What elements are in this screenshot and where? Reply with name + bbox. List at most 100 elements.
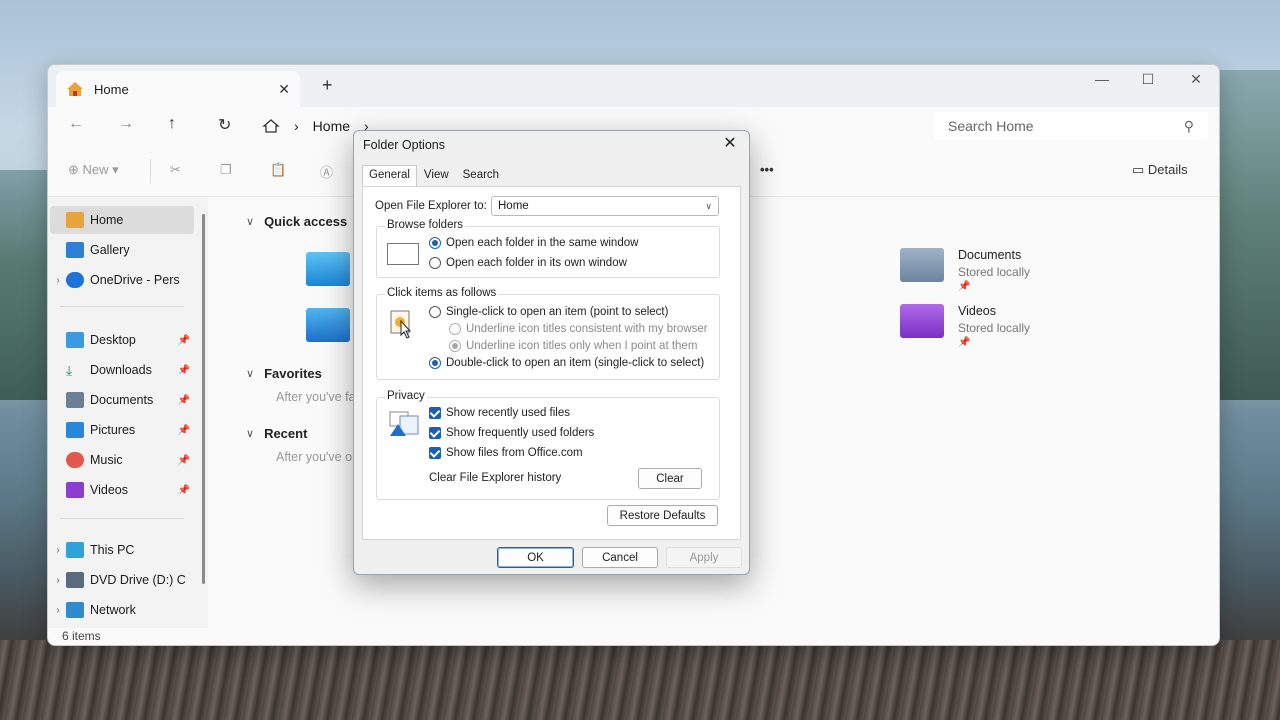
group-label: Click items as follows — [385, 287, 499, 299]
tab-search[interactable]: Search — [456, 165, 506, 187]
search-icon: ⚲ — [1183, 117, 1194, 134]
chevron-right-icon[interactable]: › — [50, 575, 66, 586]
pin-icon: 📌 — [177, 454, 190, 466]
radio-same-window[interactable]: Open each folder in the same window — [429, 237, 638, 249]
back-icon[interactable]: ← — [68, 115, 84, 133]
home-icon — [67, 82, 83, 96]
radio-button[interactable] — [429, 257, 441, 269]
checkbox-office-files[interactable]: Show files from Office.com — [429, 447, 583, 459]
sidebar-item-downloads[interactable]: ⤓ Downloads 📌 — [50, 356, 194, 384]
minimize-icon[interactable]: — — [1082, 71, 1122, 87]
checkbox-frequent-folders[interactable]: Show frequently used folders — [429, 427, 594, 439]
paste-icon[interactable]: 📋 — [270, 162, 286, 178]
sidebar-item-gallery[interactable]: Gallery — [50, 236, 194, 264]
sidebar-item-onedrive[interactable]: › OneDrive - Pers — [50, 266, 194, 294]
tab-home[interactable]: Home ✕ — [56, 71, 300, 107]
tab-view[interactable]: View — [417, 165, 456, 187]
recent-note: After you've o — [276, 450, 353, 464]
chevron-right-icon[interactable]: › — [50, 545, 66, 556]
radio-double-click[interactable]: Double-click to open an item (single-cli… — [429, 357, 704, 369]
sidebar-item-this-pc[interactable]: › This PC — [50, 536, 194, 564]
sidebar-item-documents[interactable]: Documents 📌 — [50, 386, 194, 414]
tile-videos[interactable]: Videos Stored locally 📌 — [900, 304, 1030, 348]
radio-single-click[interactable]: Single-click to open an item (point to s… — [429, 306, 668, 318]
wallpaper-dock — [0, 640, 1280, 720]
apply-button[interactable]: Apply — [666, 547, 742, 568]
sidebar-item-desktop[interactable]: Desktop 📌 — [50, 326, 194, 354]
restore-defaults-button[interactable]: Restore Defaults — [607, 505, 718, 526]
section-quick-access[interactable]: ∨ Quick access — [246, 214, 347, 229]
clear-history-button[interactable]: Clear — [638, 468, 702, 489]
browse-folders-group: Browse folders Open each folder in the s… — [376, 219, 720, 278]
radio-button[interactable] — [449, 340, 461, 352]
refresh-icon[interactable]: ↻ — [218, 115, 231, 135]
radio-underline-point[interactable]: Underline icon titles only when I point … — [449, 340, 697, 352]
sidebar-scrollbar[interactable] — [202, 214, 205, 584]
window-preview-icon — [387, 243, 419, 265]
section-recent[interactable]: ∨ Recent — [246, 426, 307, 441]
checkbox-recent-files[interactable]: Show recently used files — [429, 407, 570, 419]
checkbox-checked[interactable] — [429, 447, 441, 459]
tile-documents[interactable]: Documents Stored locally 📌 — [900, 248, 1030, 292]
option-label: Open each folder in the same window — [446, 237, 639, 249]
sidebar-item-music[interactable]: Music 📌 — [50, 446, 194, 474]
computer-icon — [66, 542, 84, 558]
new-tab-button[interactable]: + — [322, 75, 333, 96]
more-options-button[interactable]: ••• — [760, 162, 774, 177]
chevron-right-icon[interactable]: › — [50, 605, 66, 616]
rename-icon[interactable]: Ⓐ — [320, 162, 333, 181]
checkbox-checked[interactable] — [429, 427, 441, 439]
sidebar-item-label: DVD Drive (D:) C — [90, 573, 186, 587]
click-cursor-icon — [390, 310, 412, 339]
open-explorer-select[interactable]: Home ∨ — [491, 196, 719, 216]
search-input[interactable]: Search Home ⚲ — [934, 112, 1208, 140]
dialog-close-icon[interactable]: ✕ — [717, 133, 743, 157]
sidebar-item-label: Gallery — [90, 243, 130, 257]
radio-button[interactable] — [429, 357, 441, 369]
sidebar-item-label: OneDrive - Pers — [90, 273, 180, 287]
radio-underline-browser[interactable]: Underline icon titles consistent with my… — [449, 323, 708, 335]
sidebar-divider — [60, 306, 184, 307]
new-button[interactable]: ⊕ New ▾ — [68, 162, 119, 178]
pin-icon: 📌 — [177, 484, 190, 496]
sidebar-item-home[interactable]: Home — [50, 206, 194, 234]
tab-title: Home — [94, 81, 129, 97]
chevron-right-icon[interactable]: › — [50, 275, 66, 286]
radio-button[interactable] — [449, 323, 461, 335]
sidebar-item-network[interactable]: › Network — [50, 596, 194, 624]
tab-close-icon[interactable]: ✕ — [278, 81, 290, 98]
cut-icon[interactable]: ✂ — [170, 162, 181, 178]
tab-general[interactable]: General — [362, 165, 417, 187]
ok-button[interactable]: OK — [497, 547, 574, 568]
radio-own-window[interactable]: Open each folder in its own window — [429, 257, 627, 269]
dialog-tabs: General View Search — [362, 165, 506, 187]
sidebar-item-dvd-drive[interactable]: › DVD Drive (D:) C — [50, 566, 194, 594]
forward-icon[interactable]: → — [118, 115, 134, 133]
copy-icon[interactable]: ❐ — [220, 162, 232, 178]
privacy-group: Privacy Show recently used files Show fr… — [376, 390, 720, 500]
maximize-icon[interactable]: ☐ — [1128, 71, 1168, 88]
pin-icon: 📌 — [177, 334, 190, 346]
wallpaper-mountain-right — [1218, 70, 1280, 400]
clear-history-label: Clear File Explorer history — [429, 472, 562, 484]
pin-icon: 📌 — [958, 337, 971, 348]
details-button[interactable]: ▭ Details — [1132, 162, 1188, 178]
section-favorites[interactable]: ∨ Favorites — [246, 366, 322, 381]
pin-icon: 📌 — [177, 424, 190, 436]
sidebar-item-pictures[interactable]: Pictures 📌 — [50, 416, 194, 444]
desktop-folder-icon[interactable] — [306, 252, 350, 286]
checkbox-checked[interactable] — [429, 407, 441, 419]
close-window-icon[interactable]: ✕ — [1176, 71, 1216, 88]
option-label: Show files from Office.com — [446, 447, 583, 459]
up-icon[interactable]: ↑ — [168, 115, 176, 133]
breadcrumb-home[interactable]: Home — [313, 118, 350, 134]
sidebar-item-videos[interactable]: Videos 📌 — [50, 476, 194, 504]
radio-button[interactable] — [429, 237, 441, 249]
details-label: Details — [1147, 162, 1188, 177]
pictures-folder-icon[interactable] — [306, 308, 350, 342]
title-bar: Home ✕ + — ☐ ✕ — [48, 65, 1219, 107]
radio-button[interactable] — [429, 306, 441, 318]
sidebar-item-label: Music — [90, 453, 123, 467]
home-icon — [66, 212, 84, 228]
cancel-button[interactable]: Cancel — [582, 547, 658, 568]
